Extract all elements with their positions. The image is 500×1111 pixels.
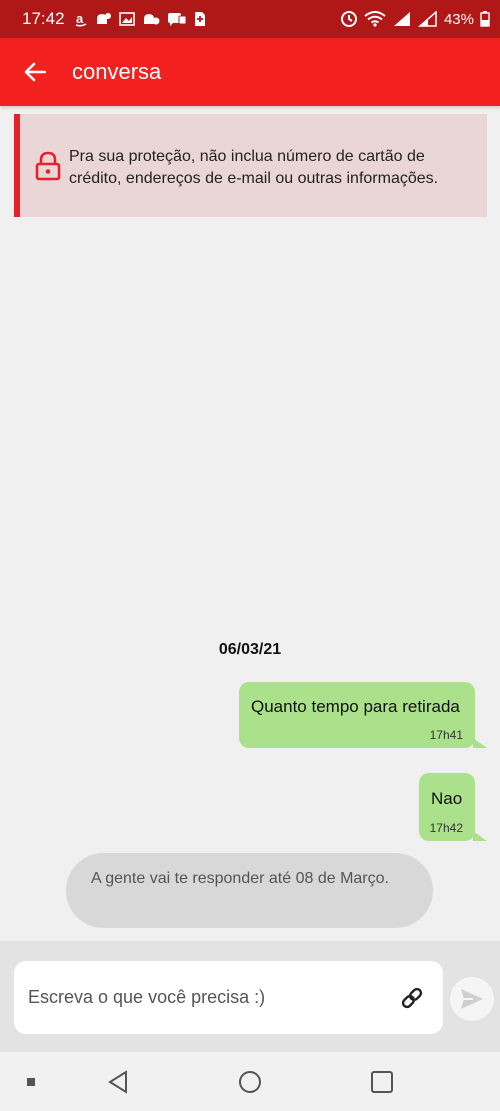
gallery-icon [118, 12, 135, 26]
chat-icon [167, 13, 187, 26]
signal-icon [417, 11, 437, 27]
svg-text:a: a [76, 11, 84, 26]
sim-icon [194, 12, 205, 26]
message-text: Quanto tempo para retirada [251, 697, 460, 716]
message-bubble-outgoing: Nao 17h42 [419, 773, 487, 841]
status-time: 17:42 [22, 9, 65, 28]
message-input-box [14, 961, 443, 1034]
square-dot-icon [27, 1077, 35, 1086]
sync-icon [340, 11, 357, 27]
message-bubble-incoming: A gente vai te responder até 08 de Março… [66, 853, 433, 928]
privacy-warning-card: Pra sua proteção, não inclua número de c… [14, 114, 487, 217]
lock-icon [35, 151, 61, 181]
signal-icon [393, 12, 410, 26]
system-nav-bar [0, 1052, 500, 1111]
battery-icon [480, 11, 490, 27]
circle-home-icon [239, 1070, 261, 1093]
composer-area [0, 941, 500, 1052]
triangle-back-icon [108, 1069, 127, 1094]
message-time: 17h42 [429, 821, 463, 835]
nav-overview-button[interactable] [360, 1052, 404, 1111]
message-bubble-outgoing: Quanto tempo para retirada 17h41 [239, 682, 487, 748]
message-time: 17h41 [429, 728, 463, 742]
nav-back-button[interactable] [96, 1052, 140, 1111]
send-button[interactable] [450, 977, 494, 1021]
amazon-icon: a [75, 11, 86, 27]
message-text: A gente vai te responder até 08 de Março… [91, 870, 389, 887]
wifi-icon [364, 11, 386, 27]
battery-percent: 43% [443, 10, 474, 28]
nav-home-button[interactable] [228, 1052, 272, 1111]
attachment-icon[interactable] [399, 985, 425, 1011]
square-overview-icon [371, 1070, 393, 1093]
arrow-left-icon [24, 62, 46, 82]
system-icons: 43% [340, 10, 490, 28]
nav-recents-dot[interactable] [16, 1052, 46, 1111]
page-title: conversa [72, 59, 162, 84]
privacy-warning-text: Pra sua proteção, não inclua número de c… [69, 148, 439, 187]
status-bar: 17:42 a 43% [0, 0, 500, 38]
notification-icon [96, 13, 111, 24]
app-bar: conversa [0, 38, 500, 106]
message-input[interactable] [28, 961, 388, 1034]
back-button[interactable] [22, 59, 48, 85]
notification-icon [143, 14, 160, 25]
chat-date: 06/03/21 [218, 641, 282, 658]
message-text: Nao [431, 789, 463, 808]
send-icon [461, 989, 483, 1009]
notification-icons: a [75, 11, 206, 27]
